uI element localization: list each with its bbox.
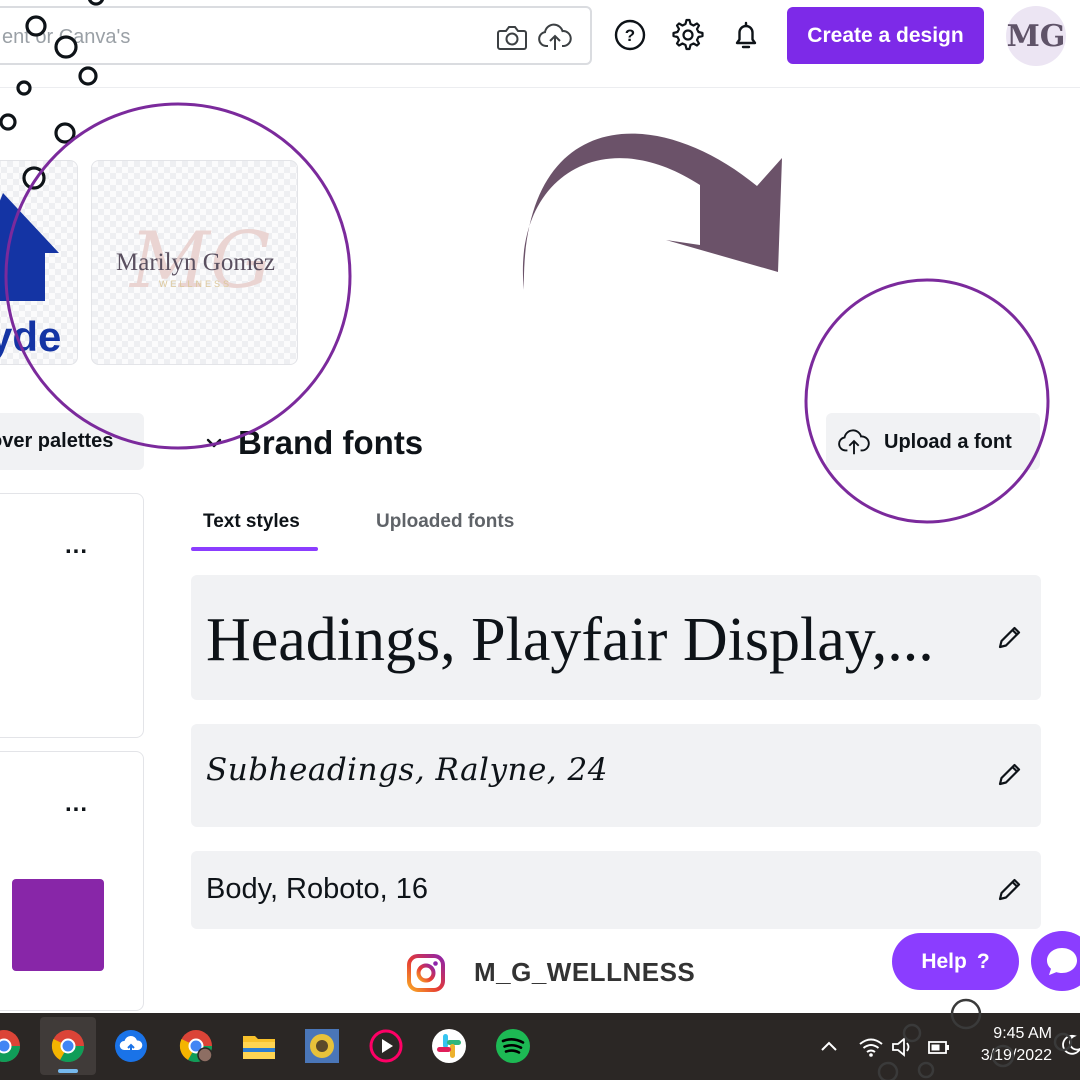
logo-subtitle: WELLNESS [158, 279, 233, 289]
text-style-label: Body, Roboto, 16 [206, 873, 428, 905]
search-bar[interactable]: ent or Canva's [0, 6, 592, 65]
house-logo-icon [0, 193, 59, 301]
avatar[interactable]: MG [1006, 6, 1066, 66]
help-label: Help [921, 949, 967, 973]
text-style-subheading[interactable]: Subheadings, Ralyne, 24 [191, 724, 1041, 827]
system-clock[interactable]: 9:45 AM 3/19/2022 [968, 1023, 1052, 1067]
chevron-down-icon[interactable] [204, 431, 224, 455]
logo-name: Marilyn Gomez [116, 249, 275, 276]
active-app-indicator [58, 1069, 78, 1073]
curved-arrow [522, 133, 782, 290]
slack-icon[interactable] [431, 1028, 467, 1064]
tab-text-styles[interactable]: Text styles [203, 511, 300, 533]
text-style-label: Headings, Playfair Display,... [206, 606, 934, 674]
notification-moon-icon[interactable] [1058, 1033, 1080, 1057]
clock-time: 9:45 AM [993, 1025, 1052, 1042]
chrome-profile-icon[interactable] [178, 1028, 214, 1064]
chat-bubble-icon [1047, 948, 1077, 976]
help-button[interactable]: Help ? [892, 933, 1019, 990]
highlight-circle-upload [804, 278, 1050, 524]
gear-icon[interactable] [671, 18, 705, 52]
text-style-body[interactable]: Body, Roboto, 16 [191, 851, 1041, 929]
text-style-heading[interactable]: Headings, Playfair Display,... [191, 575, 1041, 700]
help-circle-icon[interactable]: ? [613, 18, 647, 52]
photos-app-icon[interactable] [304, 1028, 340, 1064]
top-bar: ent or Canva's ? Create a design MG [0, 0, 1080, 88]
section-title: Brand fonts [238, 424, 424, 461]
active-tab-indicator [191, 547, 318, 551]
question-icon: ? [976, 949, 990, 973]
volume-icon[interactable] [890, 1035, 916, 1059]
bell-icon[interactable] [729, 18, 763, 52]
wifi-icon[interactable] [858, 1035, 884, 1059]
instagram-handle: M_G_WELLNESS [474, 957, 696, 987]
cloud-upload-icon[interactable] [538, 22, 572, 52]
pencil-icon[interactable] [994, 760, 1024, 790]
chevron-up-icon[interactable] [818, 1035, 840, 1059]
more-options-icon[interactable]: ... [65, 790, 88, 818]
chrome-app-icon[interactable] [50, 1028, 86, 1064]
spotify-icon[interactable] [495, 1028, 531, 1064]
instagram-icon [407, 954, 445, 992]
text-style-label: Subheadings, Ralyne, 24 [206, 752, 608, 788]
color-swatch[interactable] [12, 879, 104, 971]
color-palette-card[interactable]: ... [0, 751, 144, 1011]
google-drive-icon[interactable] [113, 1028, 149, 1064]
windows-taskbar: 9:45 AM 3/19/2022 [0, 1013, 1080, 1080]
upload-font-button[interactable]: Upload a font [826, 413, 1040, 470]
chat-button[interactable] [1031, 931, 1080, 991]
search-input[interactable]: ent or Canva's [2, 26, 130, 49]
create-design-button[interactable]: Create a design [787, 7, 984, 64]
cloud-upload-icon [838, 429, 870, 455]
more-options-icon[interactable]: ... [65, 532, 88, 560]
file-explorer-icon[interactable] [241, 1028, 277, 1064]
pencil-icon[interactable] [994, 623, 1024, 653]
brand-logo-card[interactable]: MG Marilyn Gomez WELLNESS [91, 160, 298, 365]
battery-icon[interactable] [926, 1035, 952, 1059]
discover-palettes-button[interactable]: over palettes [0, 413, 144, 470]
color-palette-card[interactable]: ... [0, 493, 144, 738]
brand-logo-card[interactable]: yde [0, 160, 78, 365]
upload-font-label: Upload a font [884, 431, 1012, 453]
pencil-icon[interactable] [994, 875, 1024, 905]
logo-text: yde [0, 313, 62, 360]
svg-text:?: ? [625, 26, 635, 45]
chrome-app-icon[interactable] [0, 1028, 22, 1064]
tab-uploaded-fonts[interactable]: Uploaded fonts [376, 511, 514, 533]
media-player-icon[interactable] [368, 1028, 404, 1064]
clock-date: 3/19/2022 [980, 1047, 1052, 1064]
camera-icon[interactable] [496, 22, 528, 52]
